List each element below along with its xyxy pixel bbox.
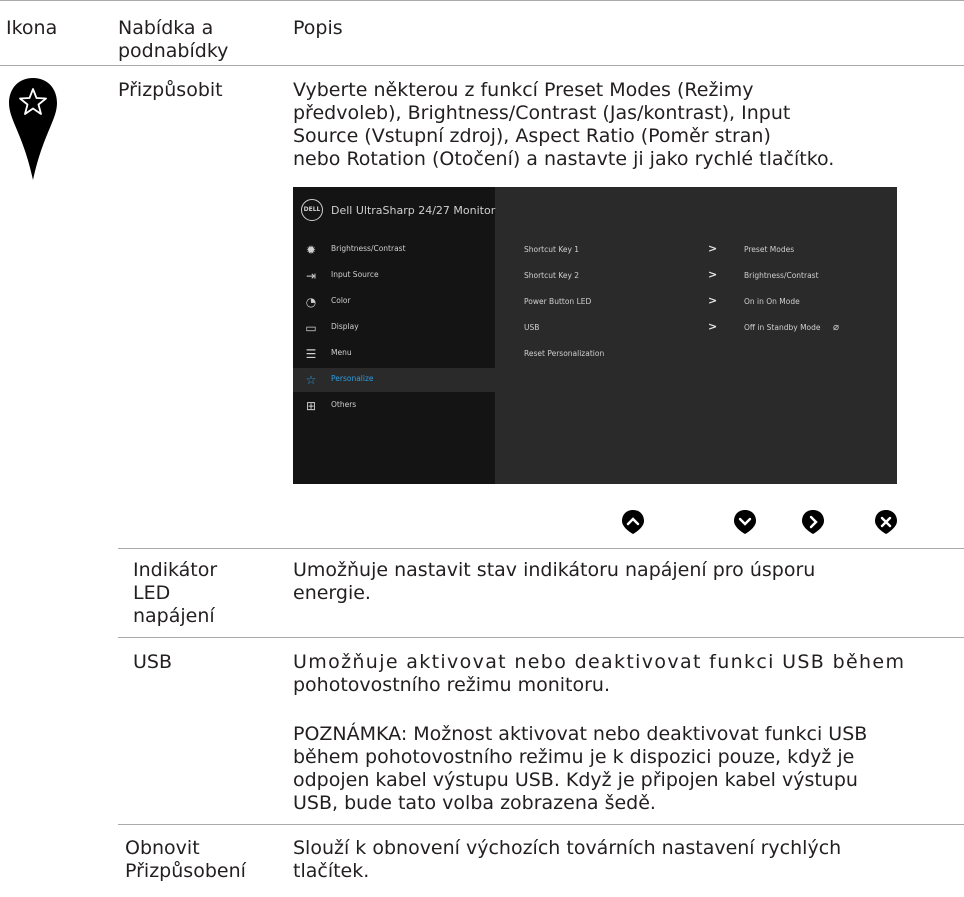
osd-item-label: Color [331, 296, 351, 305]
reset-description: Slouží k obnovení výchozích továrních na… [293, 837, 958, 883]
osd-row-label[interactable]: Shortcut Key 2 [524, 271, 579, 285]
sun-icon: ✹ [305, 243, 317, 257]
close-button[interactable] [873, 509, 899, 535]
desc-line: pohotovostního režimu monitoru. [293, 674, 611, 696]
header-top-rule [0, 0, 964, 1]
osd-row-value: Preset Modes [744, 245, 795, 254]
osd-sidebar: DELL Dell UltraSharp 24/27 Monitor ✹ Bri… [293, 187, 495, 484]
osd-item-others[interactable]: ⊞ Others [293, 394, 495, 418]
osd-item-label: Brightness/Contrast [331, 244, 406, 253]
note-line: USB, bude tato volba zobrazena šedě. [293, 792, 656, 814]
menu-usb-label: USB [133, 651, 173, 673]
header-icon-label: Ikona [6, 17, 58, 39]
chevron-right-icon: > [708, 294, 718, 307]
row-divider [118, 824, 964, 825]
chevron-right-icon: > [708, 268, 718, 281]
row-divider [118, 548, 964, 549]
osd-item-display[interactable]: ▭ Display [293, 316, 495, 340]
osd-row-value: On in On Mode [744, 297, 800, 306]
chevron-right-icon: > [708, 242, 718, 255]
osd-item-label: Others [331, 400, 357, 409]
row-divider [118, 637, 964, 638]
menu-personalize-label: Přizpůsobit [118, 79, 223, 101]
osd-item-color[interactable]: ◔ Color [293, 290, 495, 314]
note-line: POZNÁMKA: Možnost aktivovat nebo deaktiv… [293, 723, 868, 745]
osd-item-personalize[interactable]: ☆ Personalize [293, 368, 495, 392]
desc-line: energie. [293, 582, 371, 604]
note-line: odpojen kabel výstupu USB. Když je připo… [293, 769, 858, 791]
star-icon [7, 76, 59, 182]
menu-power-led-label: Indikátor LED napájení [133, 559, 217, 628]
osd-row-value: Off in Standby Mode [744, 323, 821, 332]
display-icon: ▭ [305, 321, 317, 335]
dell-logo: DELL [301, 199, 323, 221]
osd-header: DELL Dell UltraSharp 24/27 Monitor [293, 187, 495, 233]
usb-description: Umožňuje aktivovat nebo deaktivovat funk… [293, 651, 958, 697]
header-menu-label: Nabídka a podnabídky [118, 17, 229, 62]
desc-line: Umožňuje nastavit stav indikátoru napáje… [293, 559, 816, 581]
osd-item-brightness[interactable]: ✹ Brightness/Contrast [293, 238, 495, 262]
others-icon: ⊞ [305, 399, 317, 413]
personalize-description: Vyberte některou z funkcí Preset Modes (… [293, 79, 893, 171]
osd-menu-screenshot: DELL Dell UltraSharp 24/27 Monitor ✹ Bri… [293, 187, 897, 484]
desc-line: nebo Rotation (Otočení) a nastavte ji ja… [293, 148, 835, 170]
osd-title: Dell UltraSharp 24/27 Monitor [331, 204, 496, 217]
down-button[interactable] [732, 509, 758, 535]
menu-line: LED [133, 582, 171, 604]
osd-row-label[interactable]: USB [524, 323, 539, 337]
chevron-right-icon: > [708, 320, 718, 333]
osd-item-menu[interactable]: ☰ Menu [293, 342, 495, 366]
osd-item-label: Display [331, 322, 359, 331]
desc-line: Vyberte některou z funkcí Preset Modes (… [293, 79, 754, 101]
desc-line: Umožňuje aktivovat nebo deaktivovat funk… [293, 651, 906, 673]
desc-line: Source (Vstupní zdroj), Aspect Ratio (Po… [293, 125, 771, 147]
menu-reset-label: Obnovit Přizpůsobení [125, 837, 246, 883]
usb-note: POZNÁMKA: Možnost aktivovat nebo deaktiv… [293, 723, 958, 815]
menu-icon: ☰ [305, 347, 317, 361]
menu-line: napájení [133, 605, 215, 627]
header-bottom-rule [0, 65, 964, 66]
note-line: během pohotovostního režimu je k dispozi… [293, 746, 855, 768]
osd-row-label[interactable]: Reset Personalization [524, 349, 604, 363]
menu-line: Přizpůsobení [125, 860, 246, 882]
right-button[interactable] [800, 509, 826, 535]
star-icon: ☆ [305, 373, 317, 387]
input-icon: ⇥ [305, 269, 317, 283]
desc-line: Slouží k obnovení výchozích továrních na… [293, 837, 842, 859]
osd-row-label[interactable]: Shortcut Key 1 [524, 245, 579, 259]
header-desc-label: Popis [293, 17, 343, 39]
palette-icon: ◔ [305, 295, 317, 309]
power-led-description: Umožňuje nastavit stav indikátoru napáje… [293, 559, 958, 605]
desc-line: předvoleb), Brightness/Contrast (Jas/kon… [293, 102, 791, 124]
osd-row-value: Brightness/Contrast [744, 271, 819, 280]
osd-item-label: Personalize [331, 374, 374, 383]
eco-leaf-icon: ⌀ [833, 322, 840, 333]
osd-item-label: Menu [331, 348, 352, 357]
menu-line: Indikátor [133, 559, 218, 581]
osd-item-label: Input Source [331, 270, 379, 279]
desc-line: tlačítek. [293, 860, 370, 882]
osd-item-input-source[interactable]: ⇥ Input Source [293, 264, 495, 288]
up-button[interactable] [620, 509, 646, 535]
menu-line: Obnovit [125, 837, 200, 859]
osd-row-label[interactable]: Power Button LED [524, 297, 591, 311]
